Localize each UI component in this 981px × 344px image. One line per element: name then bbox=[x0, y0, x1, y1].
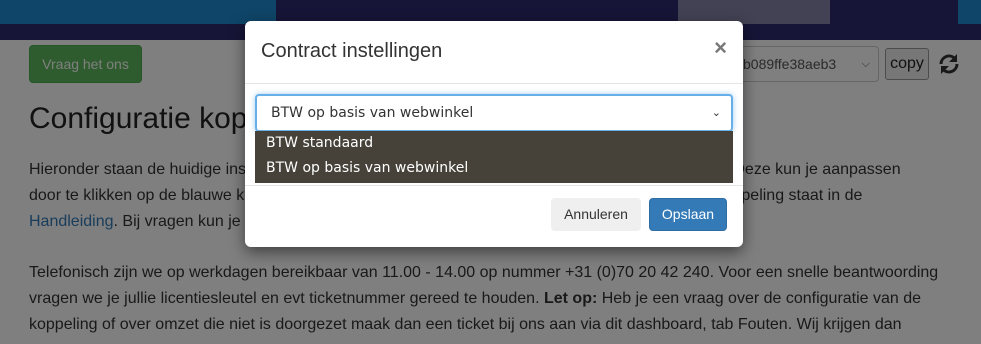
modal-title: Contract instellingen bbox=[261, 40, 443, 62]
dropdown-option[interactable]: BTW standaard bbox=[255, 131, 733, 156]
vat-select-value: BTW op basis van webwinkel bbox=[271, 105, 474, 121]
chevron-down-icon: ⌄ bbox=[711, 106, 721, 119]
dropdown-option[interactable]: BTW op basis van webwinkel bbox=[255, 156, 733, 181]
modal-body: BTW op basis van webwinkel ⌄ BTW standaa… bbox=[245, 84, 743, 184]
contract-settings-modal: Contract instellingen × BTW op basis van… bbox=[245, 21, 743, 247]
modal-header: Contract instellingen × bbox=[245, 21, 743, 84]
close-icon[interactable]: × bbox=[714, 37, 727, 59]
vat-dropdown-list: BTW standaard BTW op basis van webwinkel bbox=[255, 131, 733, 183]
modal-footer: Annuleren Opslaan bbox=[245, 185, 743, 248]
vat-select[interactable]: BTW op basis van webwinkel ⌄ bbox=[255, 94, 733, 132]
save-button[interactable]: Opslaan bbox=[649, 198, 727, 231]
cancel-button[interactable]: Annuleren bbox=[551, 198, 641, 231]
